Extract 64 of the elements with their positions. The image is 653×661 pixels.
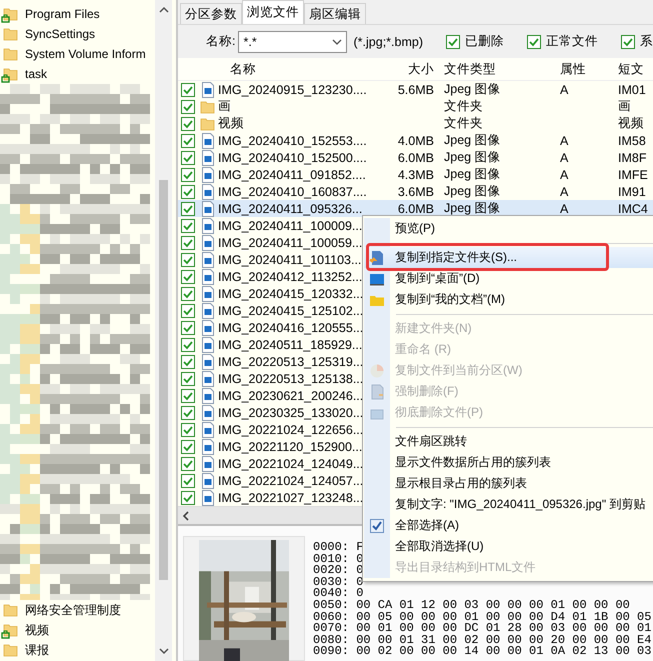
- file-name: IMG_20230621_200246...: [218, 388, 364, 402]
- file-name: IMG_20240412_113252...: [218, 270, 364, 284]
- file-name: IMG_20240415_120332...: [218, 286, 364, 300]
- file-name: IMG_20230325_133020...: [218, 406, 364, 420]
- file-name: IMG_20220513_125319...: [218, 354, 364, 368]
- checkbox-label: 系: [640, 33, 653, 50]
- file-name: IMG_20221027_123248...: [218, 490, 364, 504]
- field-label: 名称:: [206, 33, 236, 50]
- file-name: IMG_20240915_123230....: [218, 82, 366, 96]
- file-size: 4.3MB: [396, 168, 435, 182]
- hex-line: 0090: 00 02 00 00 00 14 00 00 01 0A 02 13 00 03: [313, 646, 652, 658]
- file-name: IMG_20240416_120555...: [218, 320, 364, 334]
- file-name: IMG_20221120_152900...: [218, 440, 364, 454]
- file-size: 6.0MB: [396, 150, 435, 164]
- short-name: IM01: [617, 82, 647, 96]
- file-name: IMG_20221024_122656...: [218, 422, 364, 436]
- file-size: 4.0MB: [396, 134, 435, 148]
- file-attribute: A: [559, 82, 570, 96]
- file-type: Jpeg 图像: [443, 149, 502, 166]
- file-name: 画: [218, 98, 232, 115]
- hex-line: 0040: 0: [313, 588, 364, 600]
- file-name: 视频: [218, 115, 245, 132]
- hex-line: 0060: 00 05 00 00 00 01 00 00 00 D4 01 1B 00 05: [313, 612, 652, 624]
- file-name: IMG_20240411_091852....: [218, 168, 366, 182]
- file-name: IMG_20221024_124049...: [218, 456, 364, 470]
- file-name: IMG_20240511_185929...: [218, 338, 364, 352]
- file-name: IMG_20220513_125138...: [218, 372, 364, 386]
- file-name: IMG_20240410_152500....: [218, 150, 366, 164]
- file-name: IMG_20240410_160837....: [218, 184, 366, 198]
- hex-line: 0070: 00 01 00 00 00 DC 01 28 00 03 00 00 00 01: [313, 623, 652, 635]
- file-size: 3.6MB: [396, 184, 435, 198]
- short-name: IM91: [617, 184, 647, 198]
- short-name: IM8F: [617, 150, 648, 164]
- file-name: IMG_20240415_125102...: [218, 304, 364, 318]
- short-name: IM58: [617, 134, 647, 148]
- file-type: Jpeg 图像: [443, 183, 502, 200]
- filter-hint: (*.jpg;*.bmp): [354, 34, 423, 48]
- short-name: 视频: [617, 115, 645, 132]
- file-type: 文件夹: [443, 98, 484, 115]
- file-name: IMG_20240411_100009...: [218, 218, 364, 232]
- hex-line: 0080: 00 00 01 31 00 02 00 00 00 20 00 00 00 E4: [313, 634, 652, 646]
- file-attribute: A: [559, 150, 570, 164]
- file-size: 5.6MB: [396, 82, 435, 96]
- short-name: 画: [617, 98, 632, 115]
- file-attribute: A: [559, 202, 570, 216]
- short-name: IMFE: [617, 168, 649, 182]
- file-attribute: A: [559, 184, 570, 198]
- file-name: IMG_20221024_124057...: [218, 474, 364, 488]
- file-name: IMG_20240411_100059...: [218, 236, 364, 250]
- file-type: Jpeg 图像: [443, 132, 502, 149]
- file-type: Jpeg 图像: [443, 81, 502, 98]
- file-attribute: A: [559, 168, 570, 182]
- checkbox-label: 已删除: [465, 33, 504, 50]
- checkbox-label: 正常文件: [546, 33, 598, 50]
- file-type: Jpeg 图像: [443, 166, 502, 183]
- file-name: IMG_20240411_095326...: [218, 202, 364, 216]
- short-name: IMC4: [617, 202, 649, 216]
- file-size: 6.0MB: [396, 202, 435, 216]
- file-name: IMG_20240411_101103...: [218, 252, 362, 266]
- hex-line: 0050: 00 CA 01 12 00 03 00 00 00 01 00 00 00: [313, 600, 630, 612]
- file-type: Jpeg 图像: [443, 200, 502, 217]
- file-attribute: A: [559, 134, 570, 148]
- file-name: IMG_20240410_152553....: [218, 134, 366, 148]
- file-type: 文件夹: [443, 115, 484, 132]
